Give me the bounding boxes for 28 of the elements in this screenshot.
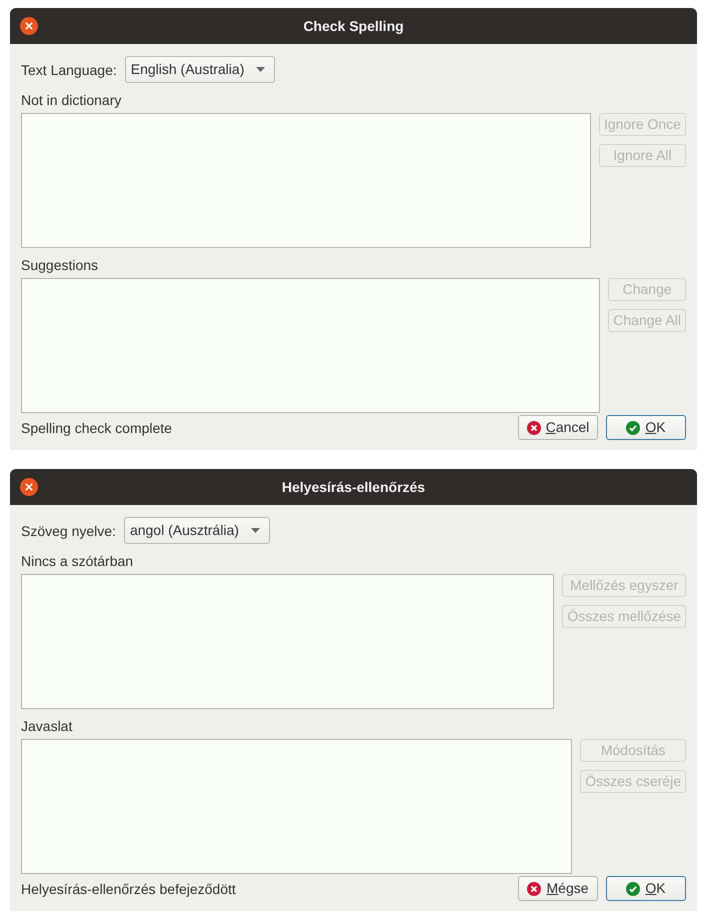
check-icon bbox=[626, 882, 640, 896]
cancel-button[interactable]: Mégse bbox=[518, 876, 598, 901]
dropdown-arrow-icon bbox=[250, 528, 260, 533]
status-text: Spelling check complete bbox=[21, 418, 173, 436]
check-icon bbox=[626, 420, 640, 434]
word-list[interactable] bbox=[21, 574, 554, 709]
suggestion-list[interactable] bbox=[21, 278, 600, 413]
section-label: Javaslat bbox=[21, 717, 74, 735]
section-label: Not in dictionary bbox=[21, 91, 122, 109]
close-icon[interactable] bbox=[19, 16, 39, 36]
section-label: Suggestions bbox=[21, 256, 100, 274]
section-label: Nincs a szótárban bbox=[21, 552, 134, 570]
ok-button[interactable]: OK bbox=[606, 876, 686, 901]
suggestion-list[interactable] bbox=[21, 739, 572, 874]
dropdown-arrow-icon bbox=[256, 67, 266, 72]
status-text: Helyesírás-ellenőrzés befejeződött bbox=[21, 880, 237, 898]
window-title: Helyesírás-ellenőrzés bbox=[282, 478, 426, 497]
cancel-button[interactable]: Cancel bbox=[518, 415, 598, 440]
ok-button[interactable]: OK bbox=[606, 415, 686, 440]
language-label: Szöveg nyelve: bbox=[21, 522, 116, 540]
language-dropdown[interactable]: English (Australia) bbox=[124, 56, 276, 83]
window-title: Check Spelling bbox=[303, 16, 404, 36]
language-label: Text Language: bbox=[21, 60, 117, 78]
cancel-icon bbox=[527, 882, 542, 896]
close-icon[interactable] bbox=[19, 477, 39, 497]
cancel-icon bbox=[526, 420, 541, 434]
word-list[interactable] bbox=[21, 113, 591, 248]
language-dropdown[interactable]: angol (Ausztrália) bbox=[124, 517, 270, 544]
